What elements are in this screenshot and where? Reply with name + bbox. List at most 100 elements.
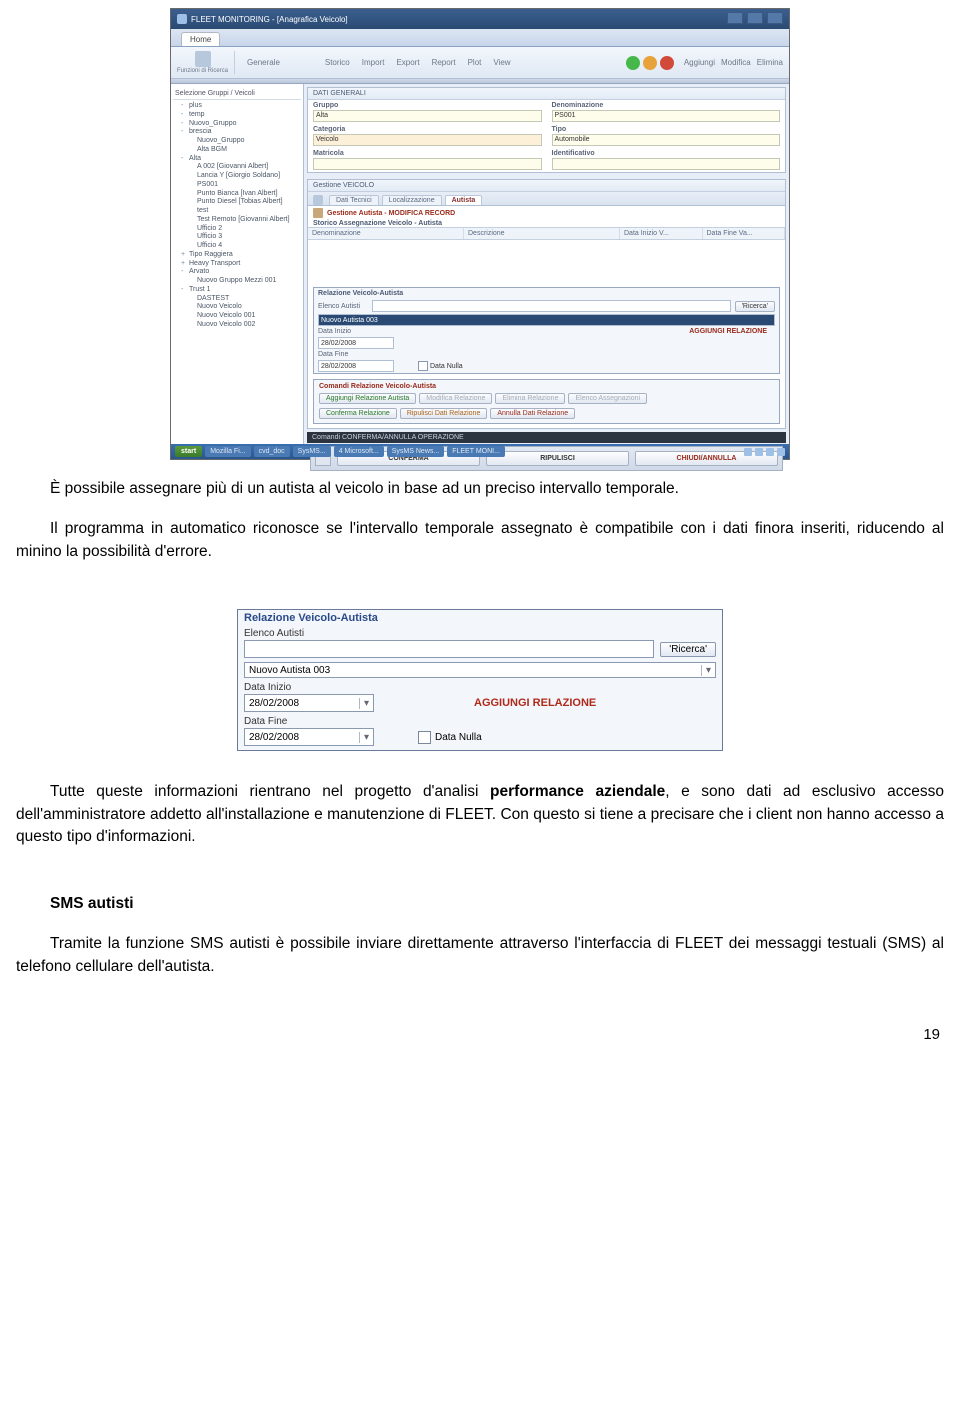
tool-btn[interactable]: View [489,56,514,69]
tree-node[interactable]: Nuovo_Gruppo [173,137,301,146]
data-nulla-checkbox[interactable] [418,361,428,371]
tree-node[interactable]: +Tipo Raggiera [173,251,301,260]
tree-node[interactable]: Lancia Y [Giorgio Soldano] [173,172,301,181]
tree-node[interactable]: Ufficio 3 [173,233,301,242]
col-header[interactable]: Data Fine Va... [703,228,786,239]
tree-node[interactable]: Nuovo Veicolo 002 [173,321,301,330]
inset-data-nulla-checkbox[interactable] [418,731,431,744]
inset-autista-select[interactable]: Nuovo Autista 003 ▾ [244,662,716,678]
tree-view[interactable]: -plus-temp-Nuovo_Gruppo-bresciaNuovo_Gru… [173,102,301,330]
taskbar-item[interactable]: 4 Microsoft... [334,446,384,457]
add-icon[interactable] [626,56,640,70]
inset-search-input[interactable] [244,640,654,658]
cmd-modifica-relazione[interactable]: Modifica Relazione [419,393,492,404]
elenco-search-input[interactable] [372,300,731,312]
tool-btn[interactable]: Generale [243,56,284,69]
tree-node[interactable]: Nuovo Veicolo 001 [173,312,301,321]
inset-search-button[interactable]: 'Ricerca' [660,642,716,657]
tool-btn[interactable] [304,56,316,69]
data-inizio-label: Data Inizio [318,328,368,335]
inset-aggiungi-relazione[interactable]: AGGIUNGI RELAZIONE [474,697,596,709]
tab-localizzazione[interactable]: Localizzazione [382,195,442,205]
autista-select[interactable]: Nuovo Autista 003 [318,314,775,326]
tree-node[interactable]: -Trust 1 [173,286,301,295]
cmd-elenco-assegnazioni[interactable]: Elenco Assegnazioni [568,393,647,404]
tree-node[interactable]: Ufficio 2 [173,225,301,234]
tree-node[interactable]: A 002 [Giovanni Albert] [173,163,301,172]
inset-data-inizio-input[interactable]: 28/02/2008 ▾ [244,694,374,712]
heading: SMS autisti [16,893,944,915]
categoria-input[interactable]: Veicolo [313,134,542,146]
chevron-down-icon: ▾ [359,732,369,743]
data-inizio-input[interactable]: 28/02/2008 [318,337,394,349]
cmd-annulla-dati[interactable]: Annulla Dati Relazione [490,408,575,419]
taskbar-item[interactable]: cvd_doc [254,446,290,457]
tree-node[interactable]: Punto Diesel [Tobias Albert] [173,198,301,207]
ripulisci-button[interactable]: RIPULISCI [486,451,629,466]
tool-btn[interactable]: Export [392,56,423,69]
tray-icon[interactable] [744,448,752,456]
start-button[interactable]: start [175,446,202,457]
tree-node[interactable]: -temp [173,111,301,120]
tree-node[interactable]: Punto Bianca [Ivan Albert] [173,190,301,199]
tray-icon[interactable] [755,448,763,456]
edit-icon[interactable] [643,56,657,70]
section-header: Gestione Autista - MODIFICA RECORD [327,210,455,217]
tree-node[interactable]: Test Remoto [Giovanni Albert] [173,216,301,225]
tree-node[interactable]: -plus [173,102,301,111]
tool-btn[interactable]: Plot [464,56,486,69]
field-label: Identificativo [552,150,781,157]
tool-btn[interactable] [288,56,300,69]
tool-btn[interactable]: Report [428,56,460,69]
identificativo-input[interactable] [552,158,781,170]
data-fine-input[interactable]: 28/02/2008 [318,360,394,372]
cmd-aggiungi-relazione[interactable]: Aggiungi Relazione Autista [319,393,416,404]
table-title: Storico Assegnazione Veicolo - Autista [308,220,785,227]
tree-node[interactable]: +Heavy Transport [173,260,301,269]
ribbon-tab-home[interactable]: Home [181,32,220,46]
taskbar-item[interactable]: SysMS... [293,446,331,457]
minimize-button[interactable] [727,12,743,24]
tree-node[interactable]: Alta BGM [173,146,301,155]
gruppo-input[interactable]: Alta [313,110,542,122]
taskbar-item[interactable]: Mozilla Fi... [205,446,250,457]
matricola-input[interactable] [313,158,542,170]
tab-dati-tecnici[interactable]: Dati Tecnici [329,195,379,205]
tree-node[interactable]: -Arvato [173,268,301,277]
tipo-input[interactable]: Automobile [552,134,781,146]
tree-node[interactable]: -brescia [173,128,301,137]
denominazione-input[interactable]: PS001 [552,110,781,122]
panel-header: DATI GENERALI [308,88,785,100]
tree-node[interactable]: -Nuovo_Gruppo [173,120,301,129]
delete-icon[interactable] [660,56,674,70]
close-button[interactable] [767,12,783,24]
window-titlebar: FLEET MONITORING - [Anagrafica Veicolo] [171,9,789,29]
taskbar-item[interactable]: FLEET MONI... [447,446,505,457]
col-header[interactable]: Denominazione [308,228,464,239]
col-header[interactable]: Data Inizio V... [620,228,703,239]
tray-icon[interactable] [766,448,774,456]
search-button[interactable]: 'Ricerca' [735,301,775,312]
cmd-elimina-relazione[interactable]: Elimina Relazione [495,393,565,404]
tool-btn[interactable]: Storico [321,56,354,69]
inset-data-fine-input[interactable]: 28/02/2008 ▾ [244,728,374,746]
tool-btn[interactable]: Import [358,56,389,69]
maximize-button[interactable] [747,12,763,24]
cmd-ripulisci-dati[interactable]: Ripulisci Dati Relazione [400,408,488,419]
tray-icon[interactable] [777,448,785,456]
tree-node[interactable]: Nuovo Gruppo Mezzi 001 [173,277,301,286]
tree-node[interactable]: PS001 [173,181,301,190]
search-functions-icon[interactable] [195,51,211,67]
tree-node[interactable]: DASTEST [173,295,301,304]
col-header[interactable]: Descrizione [464,228,620,239]
inset-title: Relazione Veicolo-Autista [240,612,720,626]
tree-node[interactable]: test [173,207,301,216]
aggiungi-relazione-action[interactable]: AGGIUNGI RELAZIONE [689,328,775,335]
panel-dati-generali: DATI GENERALI Gruppo Alta Denominazione … [307,87,786,173]
cmd-conferma-relazione[interactable]: Conferma Relazione [319,408,397,419]
tab-autista[interactable]: Autista [445,195,483,205]
taskbar-item[interactable]: SysMS News... [387,446,444,457]
tree-node[interactable]: Ufficio 4 [173,242,301,251]
tree-node[interactable]: -Alta [173,155,301,164]
tree-node[interactable]: Nuovo Veicolo [173,303,301,312]
